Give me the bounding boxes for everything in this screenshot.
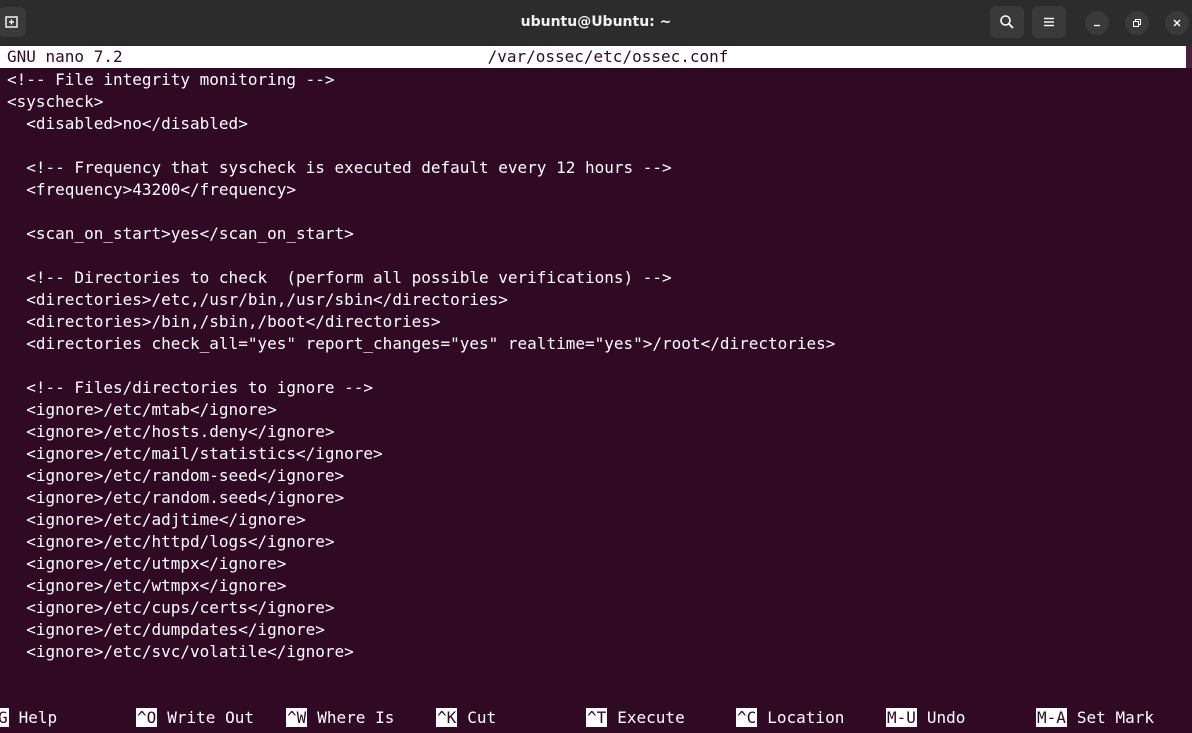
search-icon [1000, 15, 1014, 29]
editor-line[interactable] [7, 135, 1187, 157]
close-icon [1173, 19, 1181, 27]
editor-line[interactable]: <directories>/bin,/sbin,/boot</directori… [7, 311, 1187, 333]
shortcut-set-mark[interactable]: M-A Set Mark [1036, 707, 1154, 729]
editor-line[interactable]: <ignore>/etc/adjtime</ignore> [7, 509, 1187, 531]
close-button[interactable] [1165, 11, 1189, 35]
editor-line[interactable]: <scan_on_start>yes</scan_on_start> [7, 223, 1187, 245]
editor-line[interactable]: <directories>/etc,/usr/bin,/usr/sbin</di… [7, 289, 1187, 311]
editor-line[interactable]: <!-- File integrity monitoring --> [7, 69, 1187, 91]
shortcut-key: ^T [586, 708, 608, 727]
editor-line[interactable] [7, 355, 1187, 377]
editor-line[interactable]: <ignore>/etc/dumpdates</ignore> [7, 619, 1187, 641]
menu-button[interactable] [1032, 6, 1066, 38]
shortcut-label: Location [767, 708, 845, 727]
scrollbar[interactable] [1186, 46, 1192, 68]
editor-line[interactable]: <directories check_all="yes" report_chan… [7, 333, 1187, 355]
editor-line[interactable]: <!-- Directories to check (perform all p… [7, 267, 1187, 289]
shortcut-help[interactable]: G Help [0, 707, 57, 729]
shortcut-label: Cut [467, 708, 497, 727]
editor-line[interactable]: <ignore>/etc/httpd/logs</ignore> [7, 531, 1187, 553]
menu-icon [1044, 17, 1054, 27]
editor-line[interactable]: <disabled>no</disabled> [7, 113, 1187, 135]
minimize-icon [1094, 24, 1100, 27]
shortcut-execute[interactable]: ^T Execute [586, 707, 685, 729]
shortcut-label: Where Is [317, 708, 395, 727]
maximize-icon [1133, 19, 1141, 27]
editor-line[interactable]: <ignore>/etc/wtmpx</ignore> [7, 575, 1187, 597]
shortcut-label: Undo [926, 708, 966, 727]
shortcut-key: G [0, 708, 9, 727]
shortcut-label: Write Out [167, 708, 254, 727]
editor-line[interactable]: <!-- Frequency that syscheck is executed… [7, 157, 1187, 179]
shortcut-key: ^O [136, 708, 158, 727]
shortcut-label: Execute [617, 708, 685, 727]
editor-line[interactable]: <ignore>/etc/cups/certs</ignore> [7, 597, 1187, 619]
title-bar: ubuntu@Ubuntu: ~ [0, 0, 1192, 46]
nano-header: GNU nano 7.2 /var/ossec/etc/ossec.conf [0, 46, 1186, 68]
search-button[interactable] [990, 6, 1024, 38]
shortcut-key: ^C [736, 708, 758, 727]
shortcut-where-is[interactable]: ^W Where Is [286, 707, 394, 729]
shortcut-location[interactable]: ^C Location [736, 707, 844, 729]
minimize-button[interactable] [1085, 11, 1109, 35]
editor-line[interactable]: <ignore>/etc/svc/volatile</ignore> [7, 641, 1187, 663]
editor-line[interactable] [7, 245, 1187, 267]
editor-line[interactable]: <ignore>/etc/utmpx</ignore> [7, 553, 1187, 575]
shortcut-key: ^K [436, 708, 458, 727]
shortcut-write-out[interactable]: ^O Write Out [136, 707, 254, 729]
editor-line[interactable] [7, 201, 1187, 223]
shortcut-label: Set Mark [1076, 708, 1154, 727]
editor-line[interactable]: <ignore>/etc/mail/statistics</ignore> [7, 443, 1187, 465]
editor-line[interactable]: <ignore>/etc/random.seed</ignore> [7, 487, 1187, 509]
shortcut-undo[interactable]: M-U Undo [886, 707, 965, 729]
editor-line[interactable]: <syscheck> [7, 91, 1187, 113]
shortcut-key: M-A [1036, 708, 1067, 727]
shortcut-cut[interactable]: ^K Cut [436, 707, 496, 729]
shortcut-label: Help [18, 708, 58, 727]
editor-line[interactable]: <ignore>/etc/hosts.deny</ignore> [7, 421, 1187, 443]
shortcut-key: M-U [886, 708, 917, 727]
shortcut-key: ^W [286, 708, 308, 727]
editor-text-area[interactable]: <!-- File integrity monitoring --> <sysch… [7, 69, 1187, 663]
editor-line[interactable]: <ignore>/etc/mtab</ignore> [7, 399, 1187, 421]
file-name: /var/ossec/etc/ossec.conf [487, 47, 729, 66]
editor-line[interactable]: <frequency>43200</frequency> [7, 179, 1187, 201]
editor-line[interactable]: <!-- Files/directories to ignore --> [7, 377, 1187, 399]
editor-line[interactable]: <ignore>/etc/random-seed</ignore> [7, 465, 1187, 487]
shortcut-bar: G Help ^O Write Out ^W Where Is ^K Cut ^T Execute… [0, 707, 1192, 729]
maximize-button[interactable] [1125, 11, 1149, 35]
